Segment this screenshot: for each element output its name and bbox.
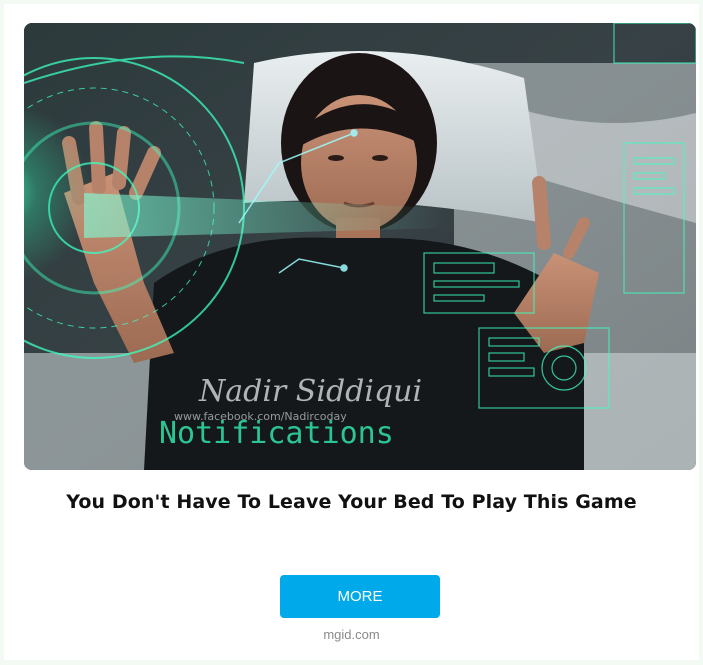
ad-headline[interactable]: You Don't Have To Leave Your Bed To Play…	[4, 491, 699, 513]
ad-card[interactable]: Notifications Nadir Siddiqui www.faceboo…	[4, 4, 699, 660]
ad-image[interactable]: Notifications Nadir Siddiqui www.faceboo…	[24, 23, 696, 470]
more-button[interactable]: MORE	[280, 575, 440, 618]
watermark-signature: Nadir Siddiqui	[198, 374, 422, 409]
watermark-url: www.facebook.com/Nadircoday	[174, 410, 347, 423]
source-domain[interactable]: mgid.com	[4, 627, 699, 642]
